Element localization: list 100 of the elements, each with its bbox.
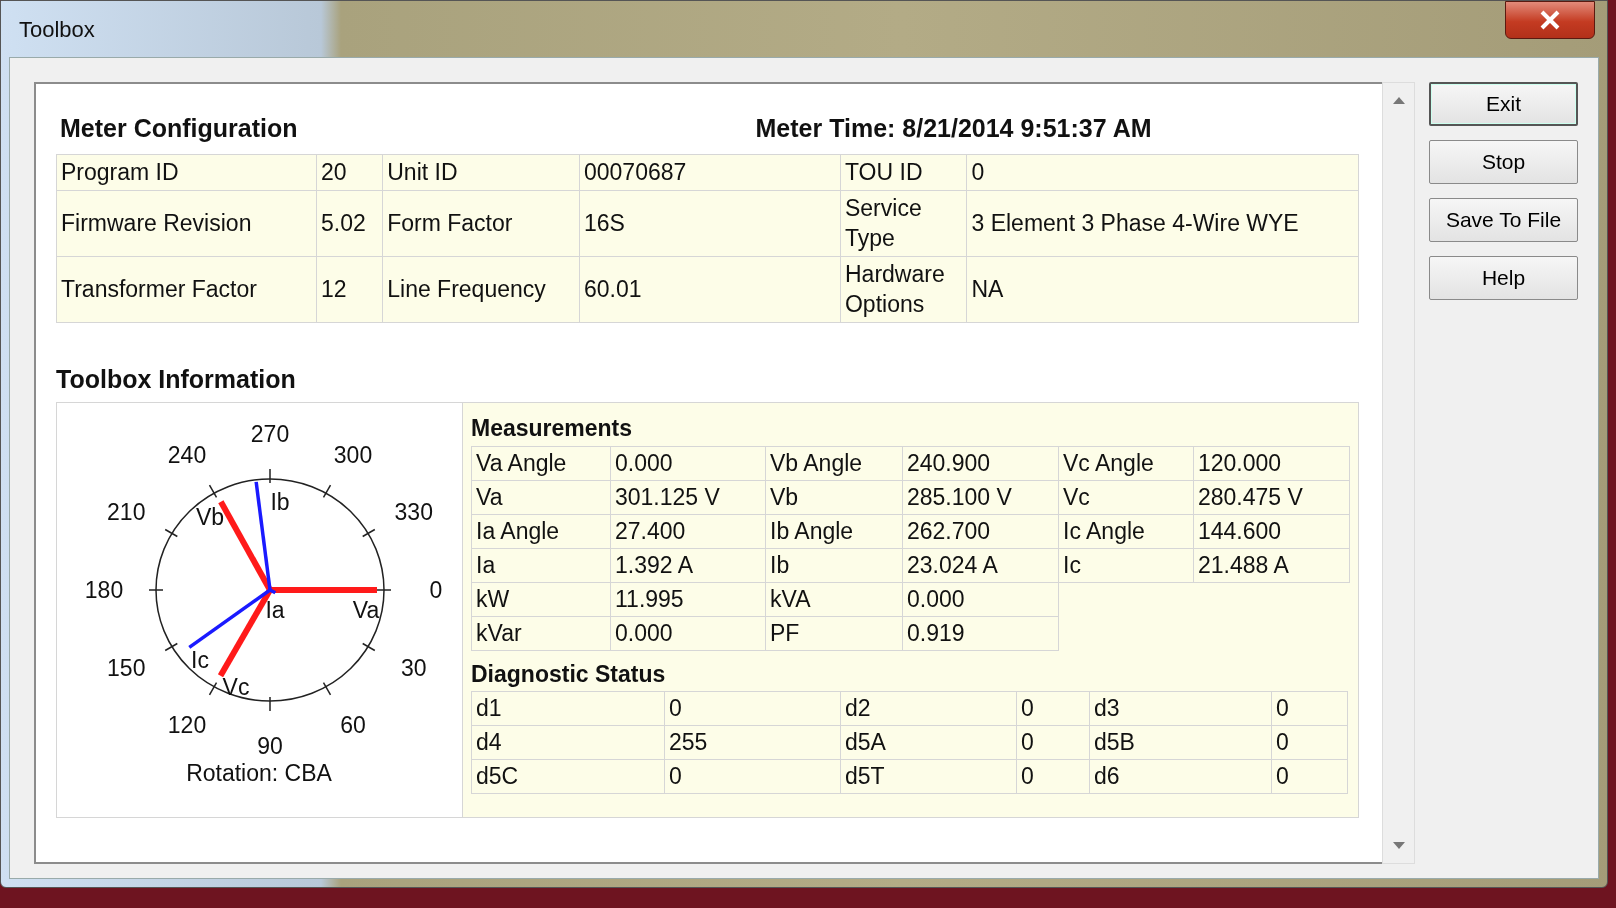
table-cell: Hardware Options: [840, 256, 967, 322]
table-cell: 0.000: [610, 446, 766, 480]
table-cell: 0: [1271, 691, 1348, 726]
table-cell: 21.488 A: [1193, 548, 1350, 582]
table-cell: 0: [664, 691, 841, 726]
table-cell: Firmware Revision: [56, 190, 317, 256]
table-cell: Program ID: [56, 154, 317, 190]
table-cell: 12: [316, 256, 383, 322]
table-cell: 255: [664, 725, 841, 760]
table-cell: 23.024 A: [902, 548, 1059, 582]
table-cell: 0.000: [902, 582, 1059, 616]
vector-label: Ib: [270, 489, 290, 515]
table-cell: 301.125 V: [610, 480, 766, 514]
close-button[interactable]: [1505, 1, 1595, 39]
vector-label: Ia: [265, 597, 285, 623]
angle-label: 150: [107, 655, 146, 681]
table-cell: Unit ID: [382, 154, 580, 190]
table-cell: Ib Angle: [765, 514, 903, 548]
section-heading: Meter Configuration: [60, 113, 298, 144]
angle-label: 0: [429, 577, 443, 603]
table-cell: 285.100 V: [902, 480, 1059, 514]
table-cell: 20: [316, 154, 383, 190]
table-cell: d5B: [1089, 725, 1272, 760]
table-cell: PF: [765, 616, 903, 650]
table-cell: Ia Angle: [471, 514, 611, 548]
table-cell: d2: [840, 691, 1017, 726]
rotation-label: Rotation: CBA: [186, 760, 332, 787]
dialog-button[interactable]: Exit: [1429, 82, 1578, 126]
table-cell: kVA: [765, 582, 903, 616]
section-heading: Toolbox Information: [56, 363, 297, 395]
table-cell: 0.919: [902, 616, 1059, 650]
scrollbar[interactable]: [1382, 82, 1415, 864]
table-cell: 1.392 A: [610, 548, 766, 582]
table-cell: 144.600: [1193, 514, 1350, 548]
table-cell: Vb Angle: [765, 446, 903, 480]
table-cell: 0: [664, 759, 841, 794]
table-cell: 0: [1016, 759, 1090, 794]
angle-label: 240: [167, 441, 207, 468]
table-cell: 11.995: [610, 582, 766, 616]
angle-label: 270: [250, 421, 290, 447]
table-cell: 0: [1271, 759, 1348, 794]
table-cell: Form Factor: [382, 190, 580, 256]
table-cell: 0: [1271, 725, 1348, 760]
section-heading: Measurements: [471, 414, 634, 443]
table-cell: d1: [471, 691, 665, 726]
dialog-button[interactable]: Stop: [1429, 140, 1578, 184]
table-cell: d5C: [471, 759, 665, 794]
table-cell: 3 Element 3 Phase 4-Wire WYE: [966, 190, 1359, 256]
scroll-down-icon[interactable]: [1392, 842, 1405, 849]
table-cell: Vb: [765, 480, 903, 514]
table-cell: 280.475 V: [1193, 480, 1350, 514]
scroll-up-icon[interactable]: [1392, 97, 1405, 104]
table-cell: 0: [1016, 691, 1090, 726]
angle-label: 300: [333, 441, 373, 468]
close-icon: [1539, 10, 1561, 30]
table-cell: 240.900: [902, 446, 1059, 480]
angle-label: 60: [340, 712, 366, 739]
table-cell: d5T: [840, 759, 1017, 794]
table-cell: Ic Angle: [1058, 514, 1194, 548]
table-cell: 262.700: [902, 514, 1059, 548]
table-cell: 60.01: [579, 256, 841, 322]
table-cell: Ia: [471, 548, 611, 582]
table-cell: Transformer Factor: [56, 256, 317, 322]
angle-label: 210: [107, 499, 146, 525]
dialog-button[interactable]: Save To File: [1429, 198, 1578, 242]
vector-label: Va: [352, 597, 380, 623]
table-cell: 00070687: [579, 154, 841, 190]
table-cell: d6: [1089, 759, 1272, 794]
table-cell: 16S: [579, 190, 841, 256]
angle-label: 330: [394, 499, 433, 525]
angle-label: 120: [167, 712, 207, 739]
table-cell: Line Frequency: [382, 256, 580, 322]
table-cell: TOU ID: [840, 154, 967, 190]
vector-label: Vb: [195, 504, 225, 530]
dialog-button[interactable]: Help: [1429, 256, 1578, 300]
table-cell: d3: [1089, 691, 1272, 726]
table-cell: Service Type: [840, 190, 967, 256]
table-cell: Vc Angle: [1058, 446, 1194, 480]
table-cell: 27.400: [610, 514, 766, 548]
table-cell: 0.000: [610, 616, 766, 650]
table-cell: 120.000: [1193, 446, 1350, 480]
table-cell: Va Angle: [471, 446, 611, 480]
table-cell: 5.02: [316, 190, 383, 256]
section-heading: Diagnostic Status: [471, 659, 667, 689]
table-cell: Vc: [1058, 480, 1194, 514]
table-cell: d4: [471, 725, 665, 760]
table-cell: d5A: [840, 725, 1017, 760]
meter-time: Meter Time: 8/21/2014 9:51:37 AM: [755, 113, 1152, 144]
window-title: Toolbox: [19, 15, 95, 44]
vector-label: Ic: [191, 647, 209, 673]
table-cell: Va: [471, 480, 611, 514]
table-cell: NA: [966, 256, 1359, 322]
angle-label: 90: [257, 733, 283, 759]
table-cell: Ib: [765, 548, 903, 582]
table-cell: kVar: [471, 616, 611, 650]
vector-label: Vc: [222, 674, 250, 700]
table-cell: 0: [966, 154, 1359, 190]
table-cell: kW: [471, 582, 611, 616]
angle-label: 30: [400, 655, 427, 681]
table-cell: Ic: [1058, 548, 1194, 582]
